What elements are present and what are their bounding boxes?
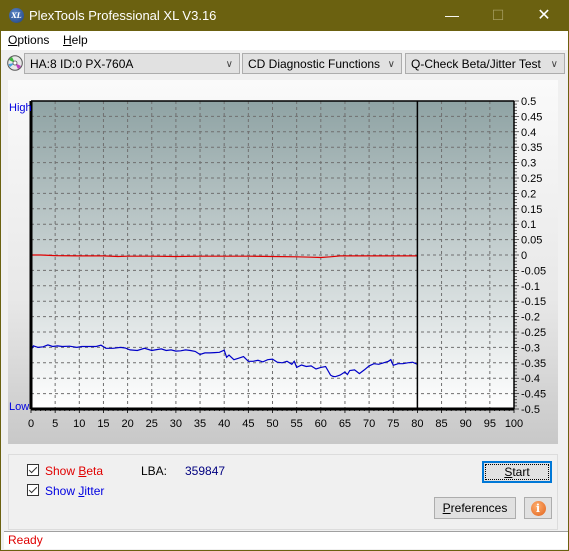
menu-options[interactable]: Options (8, 33, 49, 47)
controls-panel: Show Beta Show Jitter LBA: 359847 Start … (8, 454, 558, 530)
x-tick-label: 100 (505, 418, 523, 430)
y-tick-label: -0.15 (521, 296, 546, 308)
test-select[interactable]: Q-Check Beta/Jitter Test ∨ (405, 53, 565, 74)
chevron-down-icon: ∨ (225, 59, 233, 70)
chart-panel: 0 5 10 15 20 25 30 35 40 45 50 55 60 65 70 75 80 85 90 95 10… (8, 80, 558, 444)
close-button[interactable]: ✕ (521, 0, 567, 31)
status-bar: Ready (4, 531, 568, 549)
chevron-down-icon: ∨ (550, 59, 558, 70)
x-tick-label: 40 (218, 418, 230, 430)
x-tick-label: 75 (387, 418, 399, 430)
y-tick-label: 0.15 (521, 204, 542, 216)
focus-ring (485, 464, 549, 480)
y-tick-label: 0.05 (521, 235, 542, 247)
menu-options-accel: O (8, 33, 18, 47)
y-tick-label: 0.35 (521, 142, 542, 154)
x-tick-label: 20 (121, 418, 133, 430)
x-tick-label: 65 (339, 418, 351, 430)
preferences-button[interactable]: Preferences (434, 497, 516, 519)
high-label: High (9, 102, 32, 114)
window-title: PlexTools Professional XL V3.16 (29, 8, 217, 23)
show-beta-text: Show (45, 464, 79, 478)
x-tick-label: 95 (484, 418, 496, 430)
info-icon: i (530, 501, 546, 516)
menu-bar: Options Help (1, 31, 568, 50)
y-tick-label: 0 (521, 250, 527, 262)
y-tick-label: 0.1 (521, 219, 536, 231)
y-tick-label: 0.4 (521, 127, 536, 139)
app-window: XL PlexTools Professional XL V3.16 — ☐ ✕… (1, 0, 568, 550)
y-tick-label: 0.3 (521, 158, 536, 170)
start-button[interactable]: Start (482, 461, 552, 483)
chevron-down-icon: ∨ (387, 59, 395, 70)
x-tick-label: 30 (170, 418, 182, 430)
menu-options-label: ptions (17, 33, 50, 47)
y-tick-label: 0.2 (521, 188, 536, 200)
show-jitter-text: Show (45, 484, 79, 498)
y-tick-label: -0.2 (521, 312, 540, 324)
x-tick-label: 50 (266, 418, 278, 430)
y-tick-label: 0.5 (521, 96, 536, 108)
low-label: Low (9, 401, 29, 413)
function-select[interactable]: CD Diagnostic Functions ∨ (242, 53, 402, 74)
preferences-label: references (450, 501, 508, 515)
x-tick-label: 70 (363, 418, 375, 430)
x-tick-label: 15 (97, 418, 109, 430)
x-tick-label: 0 (28, 418, 34, 430)
y-tick-label: -0.3 (521, 342, 540, 354)
function-select-value: CD Diagnostic Functions (248, 57, 381, 71)
lba-value: 359847 (185, 464, 226, 478)
x-tick-label: 10 (73, 418, 85, 430)
y-tick-label: 0.45 (521, 111, 542, 123)
app-logo-icon: XL (9, 8, 24, 23)
info-button[interactable]: i (524, 497, 552, 519)
y-tick-label: -0.1 (521, 281, 540, 293)
y-tick-label: -0.4 (521, 373, 540, 385)
x-tick-label: 55 (291, 418, 303, 430)
status-text: Ready (8, 533, 43, 547)
show-beta-checkbox[interactable] (27, 464, 39, 476)
y-tick-label: -0.45 (521, 389, 546, 401)
minimize-button[interactable]: — (429, 0, 475, 31)
x-tick-label: 5 (52, 418, 58, 430)
cd-drive-icon (7, 55, 23, 71)
menu-help-accel: H (63, 33, 72, 47)
beta-jitter-chart: 0 5 10 15 20 25 30 35 40 45 50 55 60 65 70 75 80 85 90 95 10… (9, 96, 546, 430)
show-jitter-text-rest: itter (84, 484, 105, 498)
test-select-value: Q-Check Beta/Jitter Test (411, 57, 541, 71)
show-beta-text-rest: eta (86, 464, 104, 478)
show-jitter-label[interactable]: Show Jitter (45, 484, 104, 498)
y-tick-label: -0.35 (521, 358, 546, 370)
y-tick-label: -0.05 (521, 265, 546, 277)
show-jitter-checkbox[interactable] (27, 484, 39, 496)
title-bar: XL PlexTools Professional XL V3.16 — ☐ ✕ (1, 0, 568, 31)
x-tick-label: 85 (435, 418, 447, 430)
x-tick-label: 35 (194, 418, 206, 430)
y-tick-label: -0.25 (521, 327, 546, 339)
y-tick-label: -0.5 (521, 404, 540, 416)
preferences-accel: P (442, 501, 451, 515)
drive-select-value: HA:8 ID:0 PX-760A (30, 57, 134, 71)
menu-help[interactable]: Help (63, 33, 88, 47)
x-tick-label: 90 (460, 418, 472, 430)
x-tick-label: 60 (315, 418, 327, 430)
x-tick-label: 45 (242, 418, 254, 430)
lba-label: LBA: (141, 464, 168, 478)
x-tick-label: 80 (411, 418, 423, 430)
toolbar: HA:8 ID:0 PX-760A ∨ CD Diagnostic Functi… (1, 50, 568, 79)
y-tick-label: 0.25 (521, 173, 542, 185)
maximize-button[interactable]: ☐ (475, 0, 521, 31)
x-tick-label: 25 (146, 418, 158, 430)
show-beta-label[interactable]: Show Beta (45, 464, 103, 478)
menu-help-label: elp (71, 33, 88, 47)
drive-select[interactable]: HA:8 ID:0 PX-760A ∨ (24, 53, 240, 74)
